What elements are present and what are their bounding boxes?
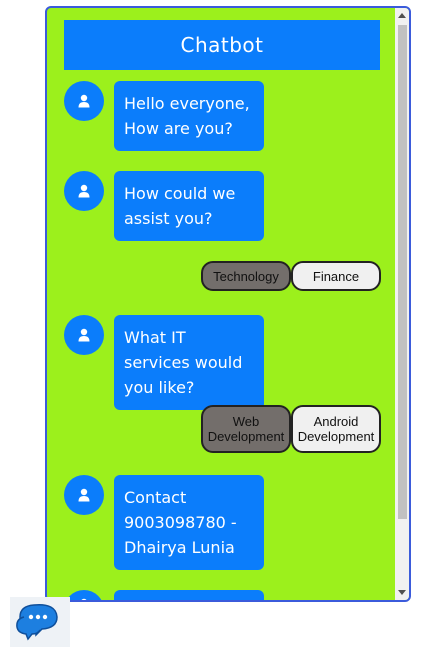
option-technology-button[interactable]: Technology: [201, 261, 291, 291]
bot-message-text: Contact 9003098780 - Dhairya Lunia: [124, 488, 237, 557]
chat-bubbles-icon: [16, 604, 58, 641]
option-web-development-button[interactable]: Web Development: [201, 405, 291, 453]
chatbot-title: Chatbot: [180, 33, 264, 57]
bot-message: [114, 590, 264, 600]
user-icon: [78, 94, 90, 108]
bot-message: What IT services would you like?: [114, 315, 264, 410]
bot-message-text: What IT services would you like?: [124, 328, 243, 397]
bot-avatar: [64, 315, 104, 355]
bot-avatar: [64, 171, 104, 211]
user-icon: [78, 328, 90, 342]
bot-avatar: [64, 590, 104, 600]
user-icon: [78, 488, 90, 502]
option-label: Android Development: [297, 414, 375, 444]
bot-message-text: Hello everyone, How are you?: [124, 94, 250, 138]
option-finance-button[interactable]: Finance: [291, 261, 381, 291]
user-icon: [78, 184, 90, 198]
user-icon: [81, 598, 87, 600]
bot-message: Hello everyone, How are you?: [114, 81, 264, 151]
chat-scrollbar[interactable]: [395, 8, 409, 600]
bot-avatar: [64, 81, 104, 121]
option-label: Technology: [213, 268, 279, 284]
bot-avatar: [64, 475, 104, 515]
chatbot-window: Chatbot Hello everyone, How are you? How…: [45, 6, 411, 602]
option-label: Web Development: [207, 414, 285, 444]
bot-message: How could we assist you?: [114, 171, 264, 241]
scroll-down-arrow-icon[interactable]: [398, 590, 406, 595]
bot-message-text: How could we assist you?: [124, 184, 236, 228]
option-label: Finance: [312, 268, 360, 284]
chatbot-header: Chatbot: [64, 20, 380, 70]
bot-message: Contact 9003098780 - Dhairya Lunia: [114, 475, 264, 570]
scroll-thumb[interactable]: [398, 25, 407, 519]
option-android-development-button[interactable]: Android Development: [291, 405, 381, 453]
scroll-up-arrow-icon[interactable]: [398, 13, 406, 18]
chat-launcher-button[interactable]: [10, 597, 70, 647]
